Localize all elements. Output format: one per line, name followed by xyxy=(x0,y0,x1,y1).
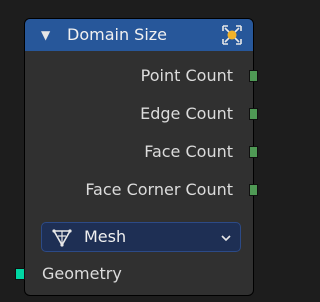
domain-size-node[interactable]: ▼ Domain Size Point Count Edge Count Fac… xyxy=(15,18,258,296)
component-dropdown[interactable]: Mesh xyxy=(41,222,241,252)
mesh-icon xyxy=(52,229,72,247)
edge-count-socket[interactable] xyxy=(249,108,258,120)
output-face-count: Face Count xyxy=(144,142,233,162)
point-count-socket[interactable] xyxy=(249,70,258,82)
node-title: Domain Size xyxy=(67,25,168,44)
output-face-corner-count: Face Corner Count xyxy=(85,180,233,200)
chevron-down-icon xyxy=(221,235,231,242)
collapse-triangle-icon[interactable]: ▼ xyxy=(41,27,50,43)
output-label: Face Count xyxy=(144,142,233,161)
face-count-socket[interactable] xyxy=(249,146,258,158)
input-geometry: Geometry xyxy=(42,264,122,284)
geometry-input-socket[interactable] xyxy=(15,268,25,280)
output-edge-count: Edge Count xyxy=(140,104,233,124)
output-label: Point Count xyxy=(140,66,233,85)
output-point-count: Point Count xyxy=(141,66,233,86)
output-label: Edge Count xyxy=(140,104,233,123)
input-label: Geometry xyxy=(42,264,122,283)
node-editor-canvas: ▼ Domain Size Point Count Edge Count Fac… xyxy=(0,0,262,302)
face-corner-count-socket[interactable] xyxy=(249,184,258,196)
node-header[interactable]: ▼ Domain Size xyxy=(25,19,253,51)
dropdown-selected-value: Mesh xyxy=(84,227,127,246)
output-label: Face Corner Count xyxy=(85,180,233,199)
node-options-icon[interactable] xyxy=(221,24,243,46)
